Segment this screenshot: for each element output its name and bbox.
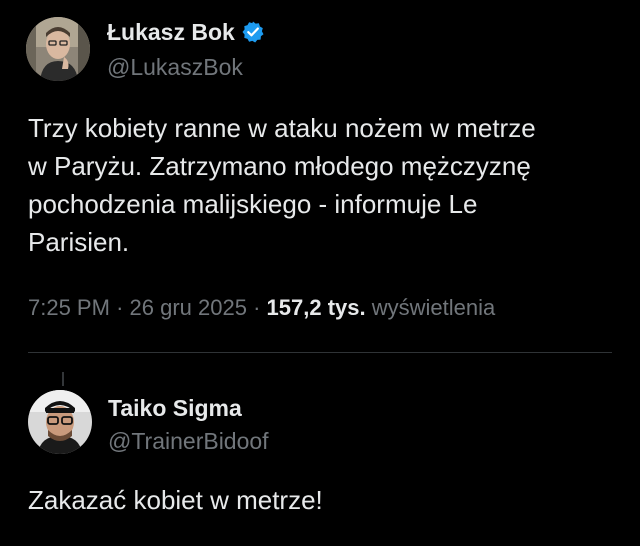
tweet-meta: 7:25 PM · 26 gru 2025 · 157,2 tys. wyświ… [28, 293, 495, 323]
tweet-time[interactable]: 7:25 PM [28, 295, 110, 320]
author-name-row[interactable]: Łukasz Bok [107, 18, 265, 46]
tweet-date[interactable]: 26 gru 2025 [130, 295, 247, 320]
author-display-name[interactable]: Łukasz Bok [107, 18, 235, 46]
author-avatar[interactable] [26, 17, 90, 81]
meta-separator: · [116, 295, 124, 320]
thread-connector [62, 372, 64, 386]
reply-author-handle[interactable]: @TrainerBidoof [108, 427, 269, 455]
tweet-text-line: pochodzenia malijskiego - informuje Le [28, 189, 478, 219]
views-label: wyświetlenia [371, 295, 496, 320]
tweet-text-line: Trzy kobiety ranne w ataku nożem w metrz… [28, 113, 536, 143]
reply-author-display-name[interactable]: Taiko Sigma [108, 394, 242, 422]
reply-author-avatar[interactable] [28, 390, 92, 454]
reply-author-name-row[interactable]: Taiko Sigma [108, 394, 242, 422]
author-handle[interactable]: @LukaszBok [107, 53, 243, 81]
reply-text: Zakazać kobiet w metrze! [28, 485, 323, 515]
tweet-text: Trzy kobiety ranne w ataku nożem w metrz… [28, 109, 618, 261]
views-count[interactable]: 157,2 tys. [267, 295, 366, 320]
tweet-text-line: w Paryżu. Zatrzymano młodego mężczyznę [28, 151, 531, 181]
divider [28, 352, 612, 353]
tweet-text-line: Parisien. [28, 227, 130, 257]
meta-separator: · [253, 295, 261, 320]
verified-badge-icon [241, 20, 265, 44]
